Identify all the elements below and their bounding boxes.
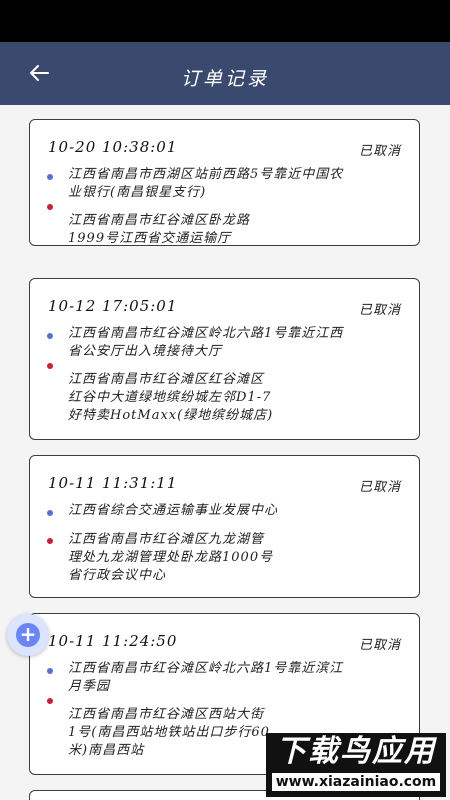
order-status: 已取消 [358,638,401,653]
start-address: 江西省南昌市红谷滩区岭北六路1号靠近江西 省公安厅出入境接待大厅 [68,325,408,361]
end-address: 江西省南昌市红谷滩区卧龙路 1999号江西省交通运输厅 [68,212,408,248]
end-location-dot [47,363,53,369]
order-status: 已取消 [358,303,401,318]
start-location-dot [47,174,53,180]
order-card[interactable]: 10-11 11:31:11 已取消 江西省综合交通运输事业发展中心 江西省南昌… [29,455,420,598]
start-location-dot [47,510,53,516]
app-header: 订单记录 [0,42,450,105]
order-card-header: 10-20 10:38:01 已取消 [48,138,401,159]
address-line: 江西省南昌市红谷滩区红谷滩区 [68,372,265,387]
order-card[interactable]: 10-12 17:05:01 已取消 江西省南昌市红谷滩区岭北六路1号靠近江西 … [29,278,420,440]
status-bar [0,0,450,42]
watermark-url: www.xiazainiao.com [272,773,440,791]
address-line: 江西省综合交通运输事业发展中心 [68,503,279,518]
address-line: 江西省南昌市红谷滩区岭北六路1号靠近江西 [68,326,344,341]
end-location-dot [47,698,53,704]
order-status: 已取消 [358,144,401,159]
address-line: 省行政会议中心 [68,568,167,583]
order-card-header: 10-12 17:05:01 已取消 [48,297,401,318]
order-card-header: 10-11 11:31:11 已取消 [48,474,401,495]
address-line: 省公安厅出入境接待大厅 [68,344,223,359]
end-location-dot [47,538,53,544]
address-line: 江西省南昌市红谷滩区九龙湖管 [68,532,265,547]
end-address: 江西省南昌市红谷滩区九龙湖管 理处九龙湖管理处卧龙路1000号 省行政会议中心 [68,531,408,585]
order-time: 10-11 11:24:50 [48,632,178,650]
order-time: 10-20 10:38:01 [48,138,178,156]
address-line: 江西省南昌市红谷滩区西站大街 [68,707,265,722]
order-list[interactable]: 10-20 10:38:01 已取消 江西省南昌市西湖区站前西路5号靠近中国农 … [0,105,450,800]
add-order-button[interactable]: + [7,614,49,656]
start-location-dot [47,333,53,339]
end-address: 江西省南昌市红谷滩区红谷滩区 红谷中大道绿地缤纷城左邻D1-7 好特卖HotMa… [68,371,408,425]
start-location-dot [47,668,53,674]
watermark-title: 下载鸟应用 [276,734,436,769]
order-time: 10-11 11:31:11 [48,474,178,492]
order-card[interactable]: 10-20 10:38:01 已取消 江西省南昌市西湖区站前西路5号靠近中国农 … [29,119,420,246]
start-address: 江西省南昌市西湖区站前西路5号靠近中国农 业银行(南昌银星支行) [68,166,408,202]
start-address: 江西省南昌市红谷滩区岭北六路1号靠近滨江 月季园 [68,660,408,696]
address-line: 好特卖HotMaxx(绿地缤纷城店) [68,408,274,423]
order-time: 10-12 17:05:01 [48,297,178,315]
address-line: 理处九龙湖管理处卧龙路1000号 [68,550,274,565]
order-status: 已取消 [358,480,401,495]
end-location-dot [47,204,53,210]
address-line: 江西省南昌市红谷滩区卧龙路 [68,213,251,228]
address-line: 红谷中大道绿地缤纷城左邻D1-7 [68,390,272,405]
order-card-header: 10-11 11:24:50 已取消 [48,632,401,653]
address-line: 江西省南昌市西湖区站前西路5号靠近中国农 [68,167,344,182]
address-line: 1999号江西省交通运输厅 [68,231,232,246]
address-line: 江西省南昌市红谷滩区岭北六路1号靠近滨江 [68,661,344,676]
address-line: 月季园 [68,679,111,694]
address-line: 业银行(南昌银星支行) [68,185,207,200]
watermark-logo: 下载鸟应用 www.xiazainiao.com [266,733,446,797]
page-title: 订单记录 [180,68,269,90]
plus-icon: + [16,623,40,647]
start-address: 江西省综合交通运输事业发展中心 [68,502,408,520]
